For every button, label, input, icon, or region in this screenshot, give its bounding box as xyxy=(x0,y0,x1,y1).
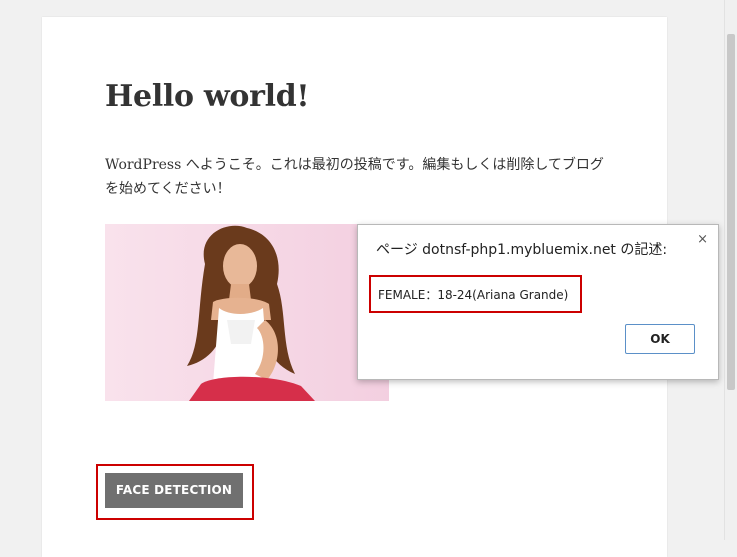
face-detection-button[interactable]: FACE DETECTION xyxy=(105,473,243,508)
alert-dialog: ページ dotnsf-php1.mybluemix.net の記述: × FEM… xyxy=(357,224,719,380)
close-icon[interactable]: × xyxy=(697,232,708,247)
scrollbar-thumb[interactable] xyxy=(727,34,735,390)
ok-button[interactable]: OK xyxy=(625,324,695,354)
post-title: Hello world! xyxy=(105,79,310,114)
post-body: WordPress へようこそ。これは最初の投稿です。編集もしくは削除してブログ… xyxy=(105,157,604,197)
page-scrollbar[interactable] xyxy=(724,0,737,540)
post-photo xyxy=(105,224,389,401)
woman-portrait-image xyxy=(105,224,389,401)
dialog-message: FEMALE：18-24(Ariana Grande) xyxy=(378,288,569,302)
dialog-title: ページ dotnsf-php1.mybluemix.net の記述: xyxy=(376,242,668,258)
